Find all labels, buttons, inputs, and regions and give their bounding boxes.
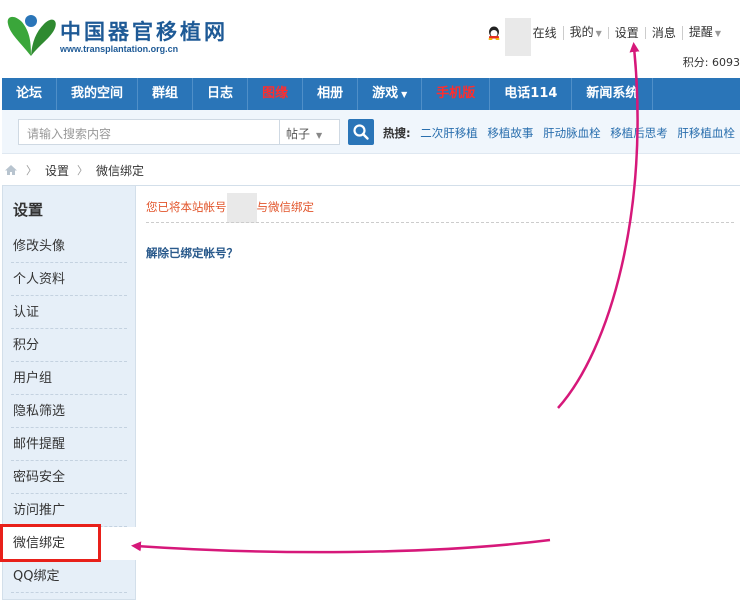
sidebar-item-verify[interactable]: 认证: [11, 296, 127, 329]
nav-item-phone114[interactable]: 电话114: [490, 78, 573, 110]
leaf-logo-icon: [7, 15, 56, 56]
logo-url: www.transplantation.org.cn: [60, 44, 179, 54]
sidebar-item-password[interactable]: 密码安全: [11, 461, 127, 494]
nav-games-label: 游戏: [372, 86, 399, 101]
sidebar-item-promotion[interactable]: 访问推广: [11, 494, 127, 527]
logo-title: 中国器官移植网: [60, 20, 228, 44]
search-type-label: 帖子: [286, 127, 311, 141]
user-bar: 在线 我的 ▼ 设置 消息 提醒 ▼: [487, 18, 740, 56]
site-logo[interactable]: 中国器官移植网 www.transplantation.org.cn: [0, 10, 225, 60]
username-redacted[interactable]: [504, 18, 531, 56]
hot-keyword[interactable]: 肝移植血栓: [677, 126, 735, 140]
sidebar-item-profile[interactable]: 个人资料: [11, 263, 127, 296]
hot-keyword[interactable]: 二次肝移植: [420, 126, 478, 140]
breadcrumb-separator-icon: 〉: [26, 164, 37, 177]
sidebar-item-points[interactable]: 积分: [11, 329, 127, 362]
hot-search: 热搜: 二次肝移植 移植故事 肝动脉血栓 移植后思考 肝移植血栓: [383, 125, 740, 141]
chevron-down-icon: ▼: [714, 29, 721, 38]
search-bar: 请输入搜索内容 帖子 ▼ 热搜: 二次肝移植 移植故事 肝动脉血栓 移植后思考 肝…: [2, 110, 740, 154]
breadcrumb-current: 微信绑定: [96, 163, 145, 178]
nav-item-album[interactable]: 相册: [303, 78, 359, 110]
breadcrumb-separator-icon: 〉: [77, 164, 89, 177]
home-icon[interactable]: [4, 164, 18, 176]
nav-item-groups[interactable]: 群组: [138, 78, 194, 110]
search-icon: [353, 124, 369, 140]
nav-item-games[interactable]: 游戏 ▼: [358, 78, 423, 110]
nav-item-my-space[interactable]: 我的空间: [57, 78, 139, 110]
divider: [146, 222, 734, 223]
main-content: 您已将本站帐号 与微信绑定 解除已绑定帐号？: [136, 185, 740, 600]
sidebar-item-email[interactable]: 邮件提醒: [11, 428, 127, 461]
points-display[interactable]: 积分: 6093: [683, 54, 740, 70]
settings-link[interactable]: 设置: [607, 27, 645, 39]
notice-prefix: 您已将本站帐号: [146, 200, 227, 214]
nav-item-tuyuan[interactable]: 图缘: [248, 78, 304, 110]
search-type-select[interactable]: 帖子 ▼: [280, 119, 340, 145]
nav-item-news[interactable]: 新闻系统: [572, 78, 654, 110]
highlight-box: [0, 524, 101, 562]
reminders-menu[interactable]: 提醒 ▼: [681, 25, 727, 40]
sidebar-item-usergroup[interactable]: 用户组: [11, 362, 127, 395]
qq-icon: [488, 26, 500, 40]
nav-item-mobile[interactable]: 手机版: [422, 78, 491, 110]
hot-keyword[interactable]: 移植故事: [487, 126, 533, 140]
nav-item-forum[interactable]: 论坛: [2, 78, 58, 110]
breadcrumb-settings[interactable]: 设置: [45, 162, 69, 179]
chevron-down-icon: ▼: [316, 131, 323, 140]
hot-keyword[interactable]: 移植后思考: [610, 126, 668, 140]
hot-keyword[interactable]: 肝动脉血栓: [543, 126, 601, 140]
main-nav: 论坛 我的空间 群组 日志 图缘 相册 游戏 ▼ 手机版 电话114 新闻系统: [2, 78, 740, 110]
breadcrumb: 〉 设置 〉 微信绑定: [4, 162, 144, 178]
notice-suffix: 与微信绑定: [256, 200, 315, 214]
sidebar-item-privacy[interactable]: 隐私筛选: [11, 395, 127, 428]
reminders-label: 提醒: [688, 25, 713, 39]
nav-item-blog[interactable]: 日志: [193, 78, 249, 110]
sidebar-item-avatar[interactable]: 修改头像: [11, 230, 127, 263]
search-button[interactable]: [348, 119, 374, 145]
chevron-down-icon: ▼: [401, 90, 408, 99]
unbind-link[interactable]: 解除已绑定帐号？: [146, 245, 238, 261]
account-redacted: [226, 192, 257, 223]
search-input[interactable]: 请输入搜索内容: [18, 119, 280, 145]
online-status[interactable]: 在线: [531, 27, 563, 39]
my-menu-label: 我的: [569, 25, 594, 39]
hot-search-label: 热搜:: [383, 126, 411, 140]
chevron-down-icon: ▼: [595, 29, 602, 38]
my-menu[interactable]: 我的 ▼: [562, 25, 608, 40]
sidebar-title: 设置: [13, 201, 44, 219]
messages-link[interactable]: 消息: [644, 27, 682, 39]
binding-notice: 您已将本站帐号 与微信绑定: [146, 192, 315, 223]
sidebar-item-qq[interactable]: QQ绑定: [11, 560, 127, 593]
